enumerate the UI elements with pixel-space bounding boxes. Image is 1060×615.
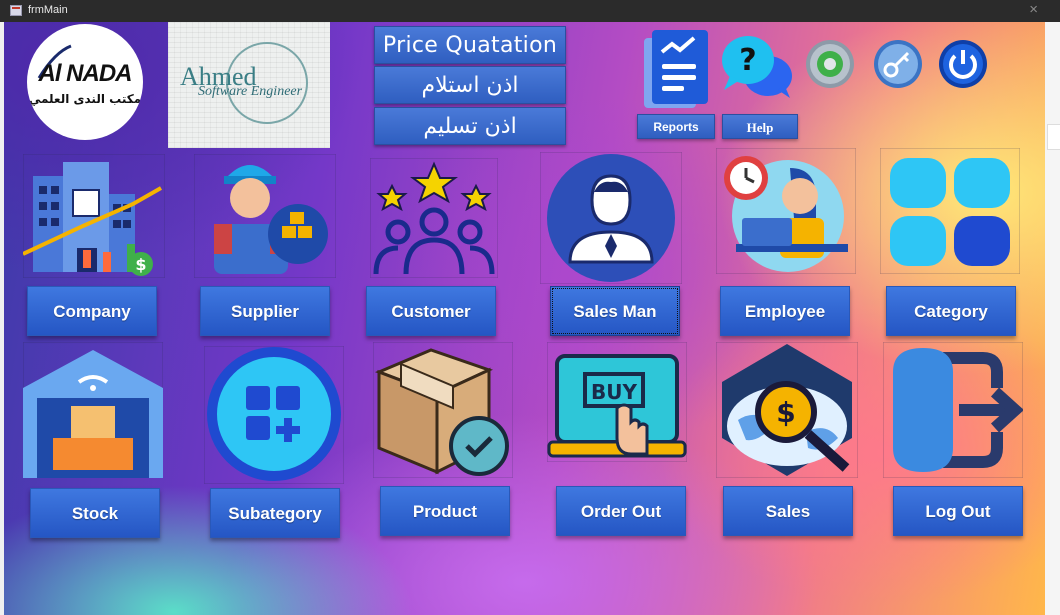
settings-icon[interactable] [804,38,856,95]
employee-button[interactable]: Employee [720,286,850,336]
product-button[interactable]: Product [380,486,510,536]
supplier-button[interactable]: Supplier [200,286,330,336]
svg-text:BUY: BUY [591,380,637,404]
sales-man-button[interactable]: Sales Man [550,286,680,336]
order-out-icon[interactable]: BUY [547,342,687,462]
form-icon [10,5,22,16]
window-title: frmMain [28,4,68,16]
developer-subtitle: Software Engineer [198,84,303,99]
background-window-edge [1045,22,1060,615]
close-button[interactable]: × [1029,1,1038,18]
log-out-button[interactable]: Log Out [893,486,1023,536]
logo-text: Al NADA [38,60,133,87]
receipt-permit-button[interactable]: اذن استلام [374,66,566,104]
order-out-button[interactable]: Order Out [556,486,686,536]
product-icon[interactable] [373,342,513,478]
reports-icon[interactable] [642,28,712,115]
help-button[interactable]: Help [722,114,798,139]
stock-icon[interactable] [23,342,163,478]
svg-text:$: $ [776,396,795,429]
employee-icon[interactable] [716,148,856,274]
supplier-icon[interactable] [194,154,336,278]
company-button[interactable]: Company [27,286,157,336]
logo-subtitle: مكتب الندى العلمي [28,92,142,106]
price-quotation-button[interactable]: Price Quatation [374,26,566,64]
logout-icon[interactable] [883,342,1023,478]
category-icon[interactable] [880,148,1020,274]
key-icon[interactable] [872,38,924,95]
main-form: Al NADA مكتب الندى العلمي Ahmed Software… [4,22,1045,615]
help-icon[interactable]: ? [720,34,796,105]
subcategory-icon[interactable] [204,346,344,484]
salesman-icon[interactable] [540,152,682,284]
power-icon[interactable] [937,38,989,95]
customer-button[interactable]: Customer [366,286,496,336]
company-icon[interactable]: $ [23,154,165,278]
delivery-permit-button[interactable]: اذن تسليم [374,107,566,145]
title-bar: frmMain × [0,0,1060,22]
customer-icon[interactable] [370,158,498,278]
stock-button[interactable]: Stock [30,488,160,538]
category-button[interactable]: Category [886,286,1016,336]
sales-button[interactable]: Sales [723,486,853,536]
reports-button[interactable]: Reports [637,114,715,139]
developer-badge: Ahmed Software Engineer [168,22,330,148]
svg-text:?: ? [739,43,756,78]
sales-icon[interactable]: $ [716,342,858,478]
company-logo: Al NADA مكتب الندى العلمي [27,24,143,140]
subategory-button[interactable]: Subategory [210,488,340,538]
svg-text:$: $ [135,255,146,274]
